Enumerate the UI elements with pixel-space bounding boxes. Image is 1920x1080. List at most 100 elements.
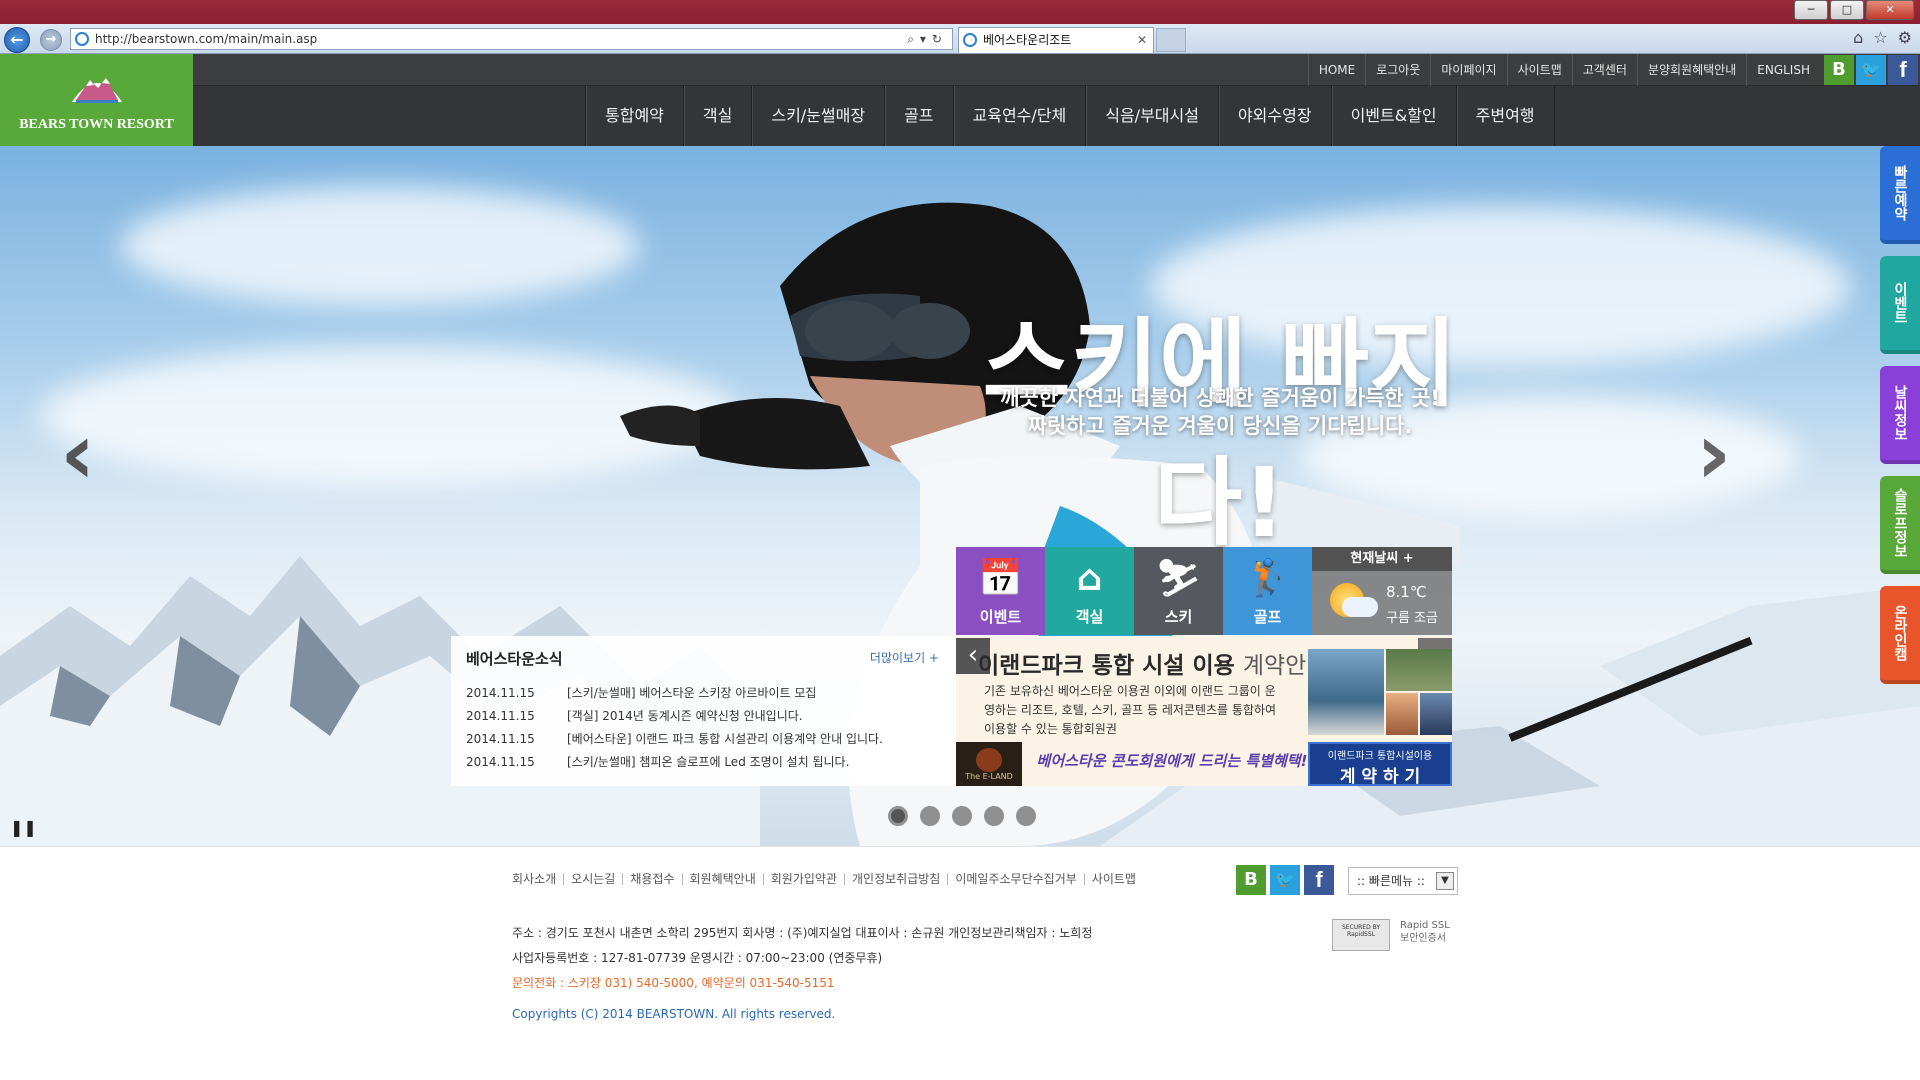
forward-button[interactable]: → [40,29,62,51]
quick-icon-label: 골프 [1253,608,1282,626]
news-text[interactable]: [스키/눈썰매] 베어스타운 스키장 아르바이트 모집 [567,686,816,700]
side-tab[interactable]: 슬로프정보 [1880,476,1920,574]
quick-icon-button[interactable]: 🏌 골프 [1223,547,1312,635]
quick-icon-label: 이벤트 [979,608,1022,626]
side-tab[interactable]: 온라인캠 [1880,586,1920,684]
news-date: 2014.11.15 [466,709,535,723]
copyright: Copyrights (C) 2014 BEARSTOWN. All right… [512,1007,836,1021]
footer-link[interactable]: 회사소개 [512,873,563,885]
new-tab-button[interactable] [1156,28,1186,52]
utility-link[interactable]: 고객센터 [1571,54,1637,86]
browser-tab[interactable]: 베어스타운리조트 ✕ [958,27,1154,53]
calendar-icon: 📅 [978,558,1023,599]
quick-icon-label: 스키 [1164,608,1193,626]
footer-link[interactable]: 회원가입약관 [762,873,844,885]
quick-icon-button[interactable]: ⛷ 스키 [1134,547,1223,635]
quick-icon-button[interactable]: 📅 이벤트 [956,547,1045,635]
main-nav-item[interactable]: 식음/부대시설 [1086,86,1219,146]
next-slide-arrow-icon[interactable]: › [1696,411,1752,497]
side-tab[interactable]: 빠른예약 [1880,146,1920,244]
news-text[interactable]: [스키/눈썰매] 챔피온 슬로프에 Led 조명이 설치 됩니다. [567,755,849,769]
site-footer: 회사소개 오시는길 채용접수 회원혜택안내 회원가입약관 개인정보취급방침 이메일주소무단수… [0,846,1920,1080]
facebook-icon[interactable]: f [1888,55,1918,85]
main-nav-item[interactable]: 스키/눈썰매장 [752,86,886,146]
ssl-badge-icon[interactable]: SECURED BY RapidSSL [1332,919,1390,951]
utility-link[interactable]: 분양회원혜택안내 [1636,54,1746,86]
news-item[interactable]: 2014.11.15 [스키/눈썰매] 챔피온 슬로프에 Led 조명이 설치 됩… [466,753,883,776]
footer-link[interactable]: 사이트맵 [1083,873,1143,885]
footer-link[interactable]: 채용접수 [622,873,681,885]
news-date: 2014.11.15 [466,732,535,746]
prev-slide-arrow-icon[interactable]: ‹ [60,411,116,497]
main-nav-item[interactable]: 야외수영장 [1219,86,1332,146]
url-field[interactable]: http://bearstown.com/main/main.asp ⌕▾↻ [70,28,953,50]
maximize-button[interactable]: □ [1830,0,1864,20]
weather-temperature: 8.1℃ [1386,583,1427,601]
chevron-down-icon[interactable]: ▼ [1436,872,1454,890]
settings-gear-icon[interactable]: ⚙ [1898,28,1912,47]
utility-link[interactable]: ENGLISH [1746,54,1820,86]
main-nav-item[interactable]: 골프 [885,86,954,146]
weather-header[interactable]: 현재날씨 + [1312,547,1452,571]
site-logo[interactable]: BEARS TOWN RESORT [0,54,193,146]
b-social-icon[interactable]: B [1824,55,1854,85]
utility-nav: HOME 로그아웃 마이페이지 사이트맵 고객센터 분양회원혜택안내 ENGLISH [1307,54,1820,86]
side-tab[interactable]: 이벤트 [1880,256,1920,354]
quick-menu-select[interactable]: :: 빠른메뉴 :: ▼ [1348,867,1458,895]
slide-dot[interactable] [1016,806,1036,826]
news-item[interactable]: 2014.11.15 [스키/눈썰매] 베어스타운 스키장 아르바이트 모집 [466,684,883,707]
slide-dot[interactable] [952,806,972,826]
url-tools[interactable]: ⌕▾↻ [907,29,948,49]
house-icon: ⌂ [1076,558,1103,599]
news-more-link[interactable]: 더많이보기 + [870,649,939,666]
hero-subtitle-line1: 깨끗한 자연과 더불어 상쾌한 즐거움이 가득한 곳! [1000,386,1440,410]
footer-link[interactable]: 오시는길 [563,873,622,885]
side-tab[interactable]: 날씨정보 [1880,366,1920,464]
home-icon[interactable]: ⌂ [1853,28,1863,47]
hero-subtitle: 깨끗한 자연과 더불어 상쾌한 즐거움이 가득한 곳! 짜릿하고 즐거운 겨울이… [950,384,1490,440]
quick-icon-row: 📅 이벤트 ⌂ 객실 ⛷ 스키 🏌 골프 [956,547,1312,635]
main-nav-item[interactable]: 교육연수/단체 [954,86,1087,146]
url-text: http://bearstown.com/main/main.asp [95,32,318,46]
twitter-icon[interactable]: 🐦 [1856,55,1886,85]
header-social-links: B 🐦 f [1824,55,1918,85]
main-nav-item[interactable]: 이벤트&할인 [1332,86,1457,146]
skier-icon: ⛷ [1155,558,1202,599]
facebook-icon[interactable]: f [1304,865,1334,895]
main-nav-item[interactable]: 통합예약 [586,86,684,146]
pause-slider-icon[interactable]: ❚❚ [10,818,37,837]
news-text[interactable]: [객실] 2014년 동계시즌 예약신청 안내입니다. [567,709,803,723]
slide-dot[interactable] [984,806,1004,826]
news-text[interactable]: [베어스타운] 이랜드 파크 통합 시설관리 이용계약 안내 입니다. [567,732,883,746]
main-nav-item[interactable]: 주변여행 [1457,86,1555,146]
promo-banner: ‹ › 이랜드파크 통합 시설 이용 계약안내 기존 보유하신 베어스타운 이용… [956,636,1452,786]
contract-button[interactable]: 이랜드파크 통합시설이용 계 약 하 기 [1308,742,1452,786]
slide-dot[interactable] [920,806,940,826]
utility-link[interactable]: 마이페이지 [1430,54,1506,86]
weather-widget[interactable]: 현재날씨 + 8.1℃ 구름 조금 [1312,547,1452,635]
footer-link[interactable]: 개인정보취급방침 [844,873,947,885]
news-item[interactable]: 2014.11.15 [객실] 2014년 동계시즌 예약신청 안내입니다. [466,707,883,730]
favorites-star-icon[interactable]: ☆ [1873,28,1887,47]
promo-script-text: 베어스타운 콘도회원에게 드리는 특별혜택! [1036,752,1308,770]
close-window-button[interactable]: ✕ [1866,0,1914,20]
quick-menu-value: :: 빠른메뉴 :: [1357,874,1425,888]
main-nav: 통합예약 객실 스키/눈썰매장 골프 교육연수/단체 식음/부대시설 야외수영장 이벤트&할인… [585,86,1555,146]
cloud-icon [1342,597,1378,617]
quick-icon-button[interactable]: ⌂ 객실 [1045,547,1134,635]
footer-link[interactable]: 회원혜택안내 [681,873,763,885]
footer-link[interactable]: 이메일주소무단수집거부 [947,873,1083,885]
news-item[interactable]: 2014.11.15 [베어스타운] 이랜드 파크 통합 시설관리 이용계약 안내… [466,730,883,753]
back-button[interactable]: ← [4,27,30,53]
minimize-button[interactable]: ─ [1794,0,1828,20]
slide-dot[interactable] [888,806,908,826]
utility-link[interactable]: HOME [1307,54,1365,86]
tab-close-icon[interactable]: ✕ [1137,28,1147,52]
ssl-text-line2: 보안인증서 [1400,933,1446,944]
main-nav-item[interactable]: 객실 [684,86,753,146]
twitter-icon[interactable]: 🐦 [1270,865,1300,895]
b-social-icon[interactable]: B [1236,865,1266,895]
utility-link[interactable]: 사이트맵 [1506,54,1572,86]
utility-link[interactable]: 로그아웃 [1365,54,1430,86]
news-title: 베어스타운소식 [466,650,563,668]
